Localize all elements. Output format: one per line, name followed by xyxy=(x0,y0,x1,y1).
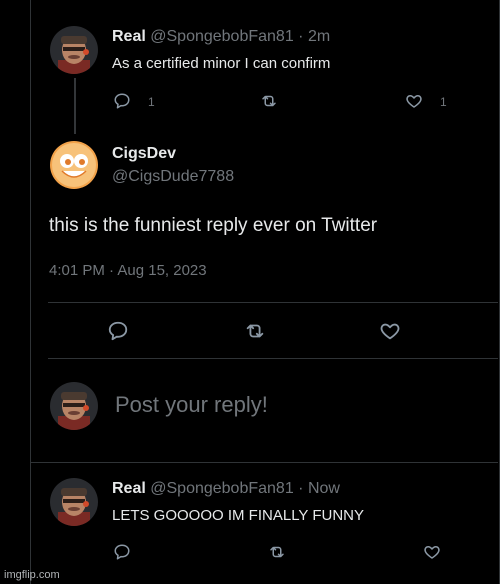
reply1-display-name[interactable]: Real xyxy=(112,28,146,45)
heavy-avatar-icon xyxy=(50,478,98,526)
divider xyxy=(48,358,498,359)
reply1-avatar[interactable] xyxy=(50,26,98,74)
reply2-text: LETS GOOOOO IM FINALLY FUNNY xyxy=(112,507,364,524)
reply2-handle[interactable]: @SpongebobFan81 xyxy=(150,480,293,497)
heavy-avatar-icon xyxy=(50,26,98,74)
reply1-handle[interactable]: @SpongebobFan81 xyxy=(150,28,293,45)
reply1-time[interactable]: 2m xyxy=(308,28,330,45)
reply2-header: Real @SpongebobFan81 · Now xyxy=(112,480,340,498)
reply2-retweet-icon[interactable] xyxy=(267,543,287,561)
reply1-separator: · xyxy=(298,28,304,45)
imgflip-watermark: imgflip.com xyxy=(4,569,60,581)
reply1-retweet-icon[interactable] xyxy=(259,92,279,110)
reply2-display-name[interactable]: Real xyxy=(112,480,146,497)
reply1-reply-count: 1 xyxy=(148,95,155,109)
reply1-header: Real @SpongebobFan81 · 2m xyxy=(112,28,330,46)
reply1-like-count: 1 xyxy=(440,95,447,109)
main-tweet-reply-icon[interactable] xyxy=(107,320,129,342)
divider xyxy=(30,462,498,463)
main-tweet-retweet-icon[interactable] xyxy=(242,320,268,342)
main-tweet-avatar[interactable] xyxy=(50,141,98,189)
reply1-text: As a certified minor I can confirm xyxy=(112,55,331,72)
divider xyxy=(48,302,498,303)
main-tweet-display-name[interactable]: CigsDev xyxy=(112,145,176,163)
main-tweet-handle[interactable]: @CigsDude7788 xyxy=(112,168,234,186)
reply1-like-icon[interactable] xyxy=(404,92,424,110)
main-tweet-like-icon[interactable] xyxy=(378,320,402,342)
reply1-reply-icon[interactable] xyxy=(113,92,131,110)
thread-connector-line xyxy=(74,78,76,134)
main-tweet-timestamp[interactable]: 4:01 PM · Aug 15, 2023 xyxy=(49,262,207,279)
smiley-face-avatar-icon xyxy=(50,141,98,189)
compose-reply-input[interactable]: Post your reply! xyxy=(115,392,268,418)
reply2-time[interactable]: Now xyxy=(308,480,340,497)
reply2-avatar[interactable] xyxy=(50,478,98,526)
reply2-like-icon[interactable] xyxy=(422,543,442,561)
reply2-separator: · xyxy=(298,480,304,497)
compose-avatar[interactable] xyxy=(50,382,98,430)
heavy-avatar-icon xyxy=(50,382,98,430)
reply2-reply-icon[interactable] xyxy=(113,543,131,561)
main-tweet-text: this is the funniest reply ever on Twitt… xyxy=(49,215,378,236)
